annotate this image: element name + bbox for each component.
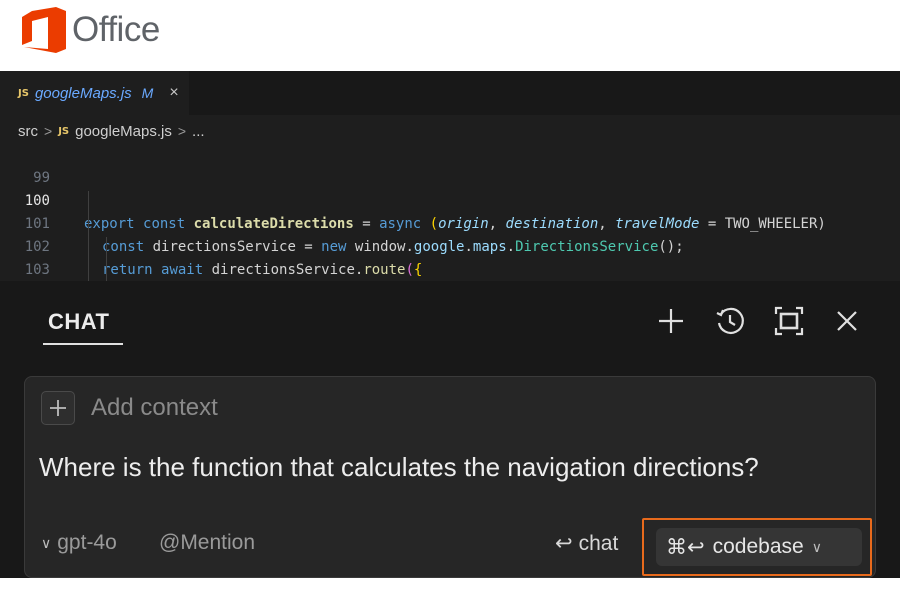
send-codebase-button[interactable]: ⌘↩ codebase ∨ <box>656 528 862 566</box>
send-chat-label: chat <box>578 531 619 555</box>
indent-guide <box>88 191 89 281</box>
chat-panel: CHAT Add context Where is the function t… <box>0 281 900 578</box>
history-icon <box>716 307 744 334</box>
office-logo-bar: Office <box>0 0 900 71</box>
breadcrumb-folder[interactable]: src <box>18 123 38 140</box>
code-line: 104 destination: destination, <box>0 259 900 281</box>
composer-toolbar: ∨ gpt-4o @Mention ↩ chat ⌘↩ codebase ∨ <box>25 518 877 576</box>
active-tab-indicator <box>43 343 123 345</box>
model-name: gpt-4o <box>57 531 117 554</box>
chat-tab-title[interactable]: CHAT <box>48 309 109 335</box>
codebase-highlight: ⌘↩ codebase ∨ <box>642 518 872 576</box>
editor-tab-bar: JS googleMaps.js M × <box>0 71 900 115</box>
breadcrumb-file[interactable]: googleMaps.js <box>75 123 172 140</box>
breadcrumb-separator: > <box>177 123 187 139</box>
maximize-button[interactable] <box>771 303 807 339</box>
code-line: 102 return await directionsService.route… <box>0 213 900 278</box>
breadcrumb-symbols[interactable]: ... <box>192 123 205 140</box>
office-wordmark: Office <box>72 10 160 49</box>
code-line: 101 const directionsService = new window… <box>0 190 900 255</box>
chevron-down-icon: ∨ <box>811 538 822 555</box>
modified-indicator: M <box>141 85 154 101</box>
history-button[interactable] <box>712 303 748 339</box>
indent-guide <box>106 237 107 281</box>
add-context-label[interactable]: Add context <box>91 394 218 422</box>
code-line: 100 export const calculateDirections = a… <box>0 167 900 232</box>
js-file-icon: JS <box>18 87 29 99</box>
chat-input-text[interactable]: Where is the function that calculates th… <box>39 447 799 487</box>
mention-button[interactable]: @Mention <box>159 531 255 555</box>
chat-composer[interactable]: Add context Where is the function that c… <box>24 376 876 578</box>
code-area[interactable]: 99 100 export const calculateDirections … <box>0 144 900 281</box>
breadcrumb-separator: > <box>44 123 53 139</box>
enter-icon: ↩ <box>555 532 573 555</box>
plus-icon <box>50 400 66 416</box>
send-codebase-label: codebase <box>712 535 804 558</box>
js-file-icon: JS <box>58 125 70 137</box>
plus-icon <box>659 309 683 333</box>
chevron-down-icon: ∨ <box>41 534 52 551</box>
maximize-icon <box>774 306 804 336</box>
send-chat-button[interactable]: ↩ chat <box>555 531 618 556</box>
breadcrumb: src > JS googleMaps.js > ... <box>18 121 205 141</box>
tab-close-icon[interactable]: × <box>169 84 178 102</box>
model-selector[interactable]: ∨ gpt-4o <box>41 531 117 555</box>
office-logo-icon <box>22 7 66 53</box>
cmd-enter-icon: ⌘↩ <box>666 535 705 559</box>
close-chat-button[interactable] <box>829 303 865 339</box>
code-line: 99 <box>0 144 900 186</box>
tab-googlemaps-js[interactable]: JS googleMaps.js M × <box>0 71 189 115</box>
new-chat-button[interactable] <box>653 303 689 339</box>
code-line: 103 origin: origin, <box>0 236 900 278</box>
add-context-button[interactable] <box>41 391 75 425</box>
tab-filename: googleMaps.js <box>34 84 132 102</box>
code-editor: JS googleMaps.js M × src > JS googleMaps… <box>0 71 900 281</box>
close-icon <box>837 311 857 331</box>
